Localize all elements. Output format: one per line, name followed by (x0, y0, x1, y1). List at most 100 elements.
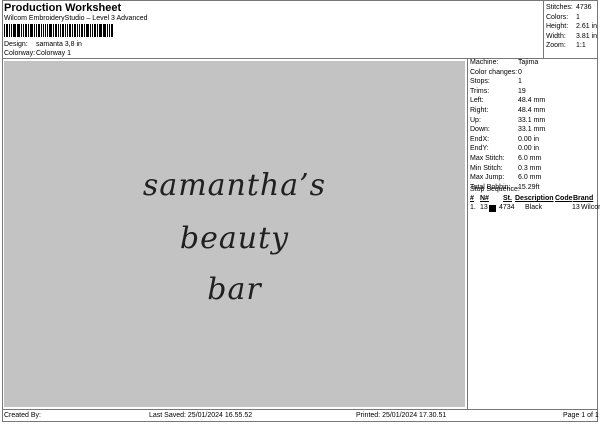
info-label: Machine: (470, 59, 499, 66)
barcode-bar (91, 24, 93, 37)
stat-label: Height: (546, 23, 569, 31)
barcode-bar (23, 24, 25, 37)
row-brand: Wilcom (581, 204, 600, 211)
barcode-bar (98, 24, 100, 37)
info-value: 33.1 mm (518, 126, 546, 134)
stat-value: 4736 (576, 4, 592, 11)
row-num: 1. (470, 204, 476, 211)
colorway-value: Colorway 1 (36, 50, 72, 57)
footer-printed: Printed: 25/01/2024 17.30.51 (356, 412, 447, 419)
info-row: Machine: Tajima (470, 58, 545, 68)
design-value: samanta 3,8 in (36, 41, 82, 48)
barcode-bar (12, 24, 16, 37)
info-value: 15.29ft (518, 183, 540, 191)
barcode-bar (61, 24, 64, 37)
barcode-bar (47, 24, 49, 37)
info-row: Down: 33.1 mm (470, 125, 545, 135)
info-row: Stops: 1 (470, 77, 545, 87)
barcode-bar (4, 24, 5, 37)
info-row: Right: 48.4 mm (470, 106, 545, 116)
design-preview: samantha’s beauty bar (4, 61, 465, 407)
info-value: 48.4 mm (518, 106, 546, 114)
barcode-bar (37, 24, 40, 37)
barcode (4, 24, 114, 37)
info-value: 19 (518, 87, 526, 95)
info-row: EndX: 0.00 in (470, 135, 545, 145)
barcode-bar (49, 24, 53, 37)
machine-info: Machine: Tajima Color changes: 0 Stops: 1 T… (470, 58, 545, 192)
stat-value: 2.61 in (576, 23, 598, 31)
stat-value: 3.81 in (576, 32, 598, 40)
barcode-bar (100, 24, 103, 37)
stats-divider (543, 0, 544, 58)
barcode-bar (25, 24, 28, 37)
footer-page: Page 1 of 1 (563, 412, 599, 419)
info-row: Max Jump: 6.0 mm (470, 173, 545, 183)
barcode-bar (8, 24, 10, 37)
info-row: Color changes: 0 (470, 68, 545, 78)
col-header-num: # (470, 195, 474, 202)
col-header-code: Code (555, 195, 573, 202)
barcode-bar (79, 24, 81, 37)
barcode-bar (81, 24, 84, 37)
info-label: Max Stitch: (470, 154, 505, 162)
colorway-label: Colorway: (4, 50, 36, 57)
stat-value: 1:1 (576, 42, 586, 50)
info-row: Left: 48.4 mm (470, 96, 545, 106)
page-title: Production Worksheet (4, 2, 122, 14)
info-value: 0 (518, 68, 522, 76)
stat-row: Zoom: 1:1 (546, 41, 597, 51)
barcode-bar (111, 24, 113, 37)
barcode-bar (93, 24, 96, 37)
stat-row: Colors: 1 (546, 13, 597, 23)
design-text-line-2: beauty (179, 221, 290, 256)
barcode-bar (59, 24, 61, 37)
barcode-bar (109, 24, 111, 37)
barcode-bar (55, 24, 58, 37)
barcode-bar (89, 24, 91, 37)
panel-divider (467, 58, 468, 409)
frame-bottom (2, 421, 598, 422)
design-text-line-3: bar (207, 272, 262, 307)
info-label: Trims: (470, 87, 490, 95)
col-header-st: St. (503, 195, 512, 202)
barcode-bar (64, 24, 66, 37)
info-label: EndY: (470, 145, 489, 153)
info-value: 48.4 mm (518, 97, 546, 105)
barcode-bar (86, 24, 89, 37)
col-header-description: Description (515, 195, 554, 202)
frame-top (2, 0, 598, 1)
barcode-bar (28, 24, 30, 37)
info-row: Trims: 19 (470, 87, 545, 97)
info-value: 0.3 mm (518, 164, 542, 172)
col-header-n: N# (480, 195, 489, 202)
row-needle: 13 (480, 204, 488, 211)
stop-sequence-title: Stop Sequence: (470, 186, 520, 193)
app-subtitle: Wilcom EmbroideryStudio – Level 3 Advanc… (4, 15, 148, 22)
info-label: Up: (470, 116, 481, 124)
barcode-bar (42, 24, 45, 37)
barcode-bar (68, 24, 72, 37)
info-label: Color changes: (470, 68, 518, 76)
footer-divider (2, 409, 598, 410)
barcode-bar (74, 24, 77, 37)
design-row: Design: samanta 3,8 in (4, 41, 82, 48)
barcode-bar (45, 24, 47, 37)
row-stitches: 4734 (499, 204, 515, 211)
info-row: EndY: 0.00 in (470, 144, 545, 154)
barcode-bar (40, 24, 42, 37)
info-value: 1 (518, 78, 522, 86)
stat-row: Width: 3.81 in (546, 32, 597, 42)
info-value: 33.1 mm (518, 116, 546, 124)
info-value: 0.00 in (518, 135, 540, 143)
stat-label: Colors: (546, 13, 569, 21)
info-label: Left: (470, 97, 484, 105)
stat-label: Stitches: (546, 4, 573, 11)
colorway-row: Colorway:Colorway 1 (4, 50, 71, 57)
frame-left (2, 0, 3, 422)
barcode-bar (66, 24, 68, 37)
barcode-bar (16, 24, 18, 37)
stat-value: 1 (576, 13, 580, 21)
barcode-bar (53, 24, 55, 37)
barcode-bar (72, 24, 74, 37)
